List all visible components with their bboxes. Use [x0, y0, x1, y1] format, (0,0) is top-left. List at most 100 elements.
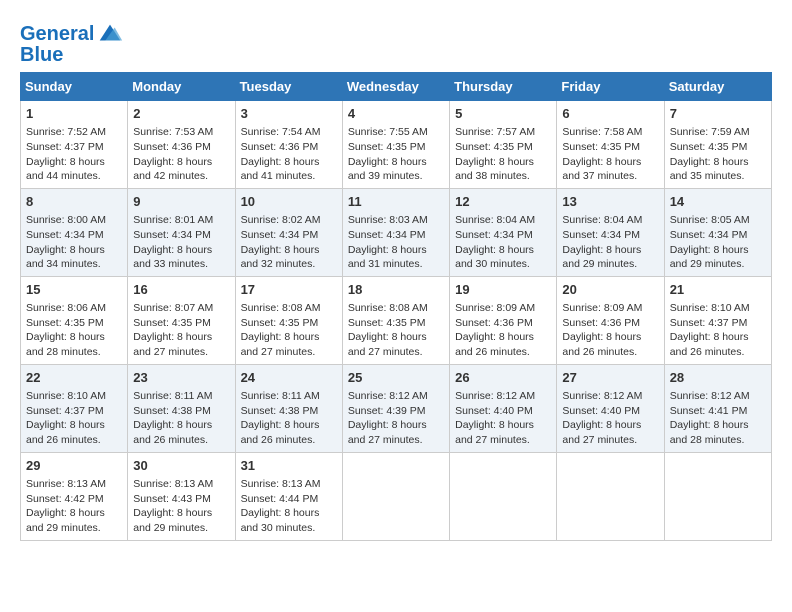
day-number: 13: [562, 193, 658, 211]
cell-content: Sunrise: 8:04 AMSunset: 4:34 PMDaylight:…: [455, 213, 551, 272]
cell-content: Sunrise: 7:53 AMSunset: 4:36 PMDaylight:…: [133, 125, 229, 184]
cell-content: Sunrise: 8:03 AMSunset: 4:34 PMDaylight:…: [348, 213, 444, 272]
day-number: 7: [670, 105, 766, 123]
calendar-cell: 3 Sunrise: 7:54 AMSunset: 4:36 PMDaylight…: [235, 101, 342, 189]
calendar-cell: 31Sunrise: 8:13 AMSunset: 4:44 PMDayligh…: [235, 452, 342, 540]
day-number: 5: [455, 105, 551, 123]
calendar-cell: 27Sunrise: 8:12 AMSunset: 4:40 PMDayligh…: [557, 364, 664, 452]
cell-content: Sunrise: 8:04 AMSunset: 4:34 PMDaylight:…: [562, 213, 658, 272]
cell-content: Sunrise: 8:00 AMSunset: 4:34 PMDaylight:…: [26, 213, 122, 272]
cell-content: Sunrise: 8:07 AMSunset: 4:35 PMDaylight:…: [133, 301, 229, 360]
cell-content: Sunrise: 8:08 AMSunset: 4:35 PMDaylight:…: [348, 301, 444, 360]
day-number: 21: [670, 281, 766, 299]
calendar-cell: [557, 452, 664, 540]
day-number: 9: [133, 193, 229, 211]
day-number: 3: [241, 105, 337, 123]
calendar-table: SundayMondayTuesdayWednesdayThursdayFrid…: [20, 72, 772, 541]
cell-content: Sunrise: 8:13 AMSunset: 4:43 PMDaylight:…: [133, 477, 229, 536]
day-number: 24: [241, 369, 337, 387]
cell-content: Sunrise: 8:12 AMSunset: 4:40 PMDaylight:…: [562, 389, 658, 448]
day-number: 15: [26, 281, 122, 299]
cell-content: Sunrise: 8:09 AMSunset: 4:36 PMDaylight:…: [562, 301, 658, 360]
cell-content: Sunrise: 7:55 AMSunset: 4:35 PMDaylight:…: [348, 125, 444, 184]
cell-content: Sunrise: 7:59 AMSunset: 4:35 PMDaylight:…: [670, 125, 766, 184]
calendar-week-row: 29Sunrise: 8:13 AMSunset: 4:42 PMDayligh…: [21, 452, 772, 540]
calendar-cell: 24 Sunrise: 8:11 AMSunset: 4:38 PMDayligh…: [235, 364, 342, 452]
day-number: 19: [455, 281, 551, 299]
calendar-week-row: 15 Sunrise: 8:06 AMSunset: 4:35 PMDayligh…: [21, 276, 772, 364]
day-number: 28: [670, 369, 766, 387]
calendar-cell: 25 Sunrise: 8:12 AMSunset: 4:39 PMDayligh…: [342, 364, 449, 452]
calendar-cell: 29Sunrise: 8:13 AMSunset: 4:42 PMDayligh…: [21, 452, 128, 540]
weekday-header-row: SundayMondayTuesdayWednesdayThursdayFrid…: [21, 73, 772, 101]
cell-content: Sunrise: 8:02 AMSunset: 4:34 PMDaylight:…: [241, 213, 337, 272]
cell-content: Sunrise: 8:08 AMSunset: 4:35 PMDaylight:…: [241, 301, 337, 360]
calendar-cell: 4 Sunrise: 7:55 AMSunset: 4:35 PMDaylight…: [342, 101, 449, 189]
cell-content: Sunrise: 8:09 AMSunset: 4:36 PMDaylight:…: [455, 301, 551, 360]
weekday-header-cell: Monday: [128, 73, 235, 101]
day-number: 18: [348, 281, 444, 299]
calendar-cell: [664, 452, 771, 540]
weekday-header-cell: Thursday: [450, 73, 557, 101]
cell-content: Sunrise: 7:54 AMSunset: 4:36 PMDaylight:…: [241, 125, 337, 184]
calendar-cell: 21 Sunrise: 8:10 AMSunset: 4:37 PMDayligh…: [664, 276, 771, 364]
day-number: 20: [562, 281, 658, 299]
day-number: 10: [241, 193, 337, 211]
day-number: 22: [26, 369, 122, 387]
day-number: 12: [455, 193, 551, 211]
cell-content: Sunrise: 7:57 AMSunset: 4:35 PMDaylight:…: [455, 125, 551, 184]
cell-content: Sunrise: 8:05 AMSunset: 4:34 PMDaylight:…: [670, 213, 766, 272]
calendar-cell: 9Sunrise: 8:01 AMSunset: 4:34 PMDaylight…: [128, 188, 235, 276]
day-number: 17: [241, 281, 337, 299]
day-number: 25: [348, 369, 444, 387]
cell-content: Sunrise: 8:11 AMSunset: 4:38 PMDaylight:…: [133, 389, 229, 448]
calendar-cell: 30 Sunrise: 8:13 AMSunset: 4:43 PMDayligh…: [128, 452, 235, 540]
day-number: 30: [133, 457, 229, 475]
day-number: 4: [348, 105, 444, 123]
calendar-cell: 20 Sunrise: 8:09 AMSunset: 4:36 PMDayligh…: [557, 276, 664, 364]
calendar-cell: [342, 452, 449, 540]
cell-content: Sunrise: 8:11 AMSunset: 4:38 PMDaylight:…: [241, 389, 337, 448]
logo: General Blue: [20, 20, 124, 66]
calendar-cell: 17 Sunrise: 8:08 AMSunset: 4:35 PMDayligh…: [235, 276, 342, 364]
logo-icon: [96, 20, 124, 48]
cell-content: Sunrise: 8:06 AMSunset: 4:35 PMDaylight:…: [26, 301, 122, 360]
page-header: General Blue: [20, 16, 772, 66]
day-number: 1: [26, 105, 122, 123]
cell-content: Sunrise: 8:10 AMSunset: 4:37 PMDaylight:…: [26, 389, 122, 448]
calendar-cell: 6 Sunrise: 7:58 AMSunset: 4:35 PMDaylight…: [557, 101, 664, 189]
day-number: 11: [348, 193, 444, 211]
cell-content: Sunrise: 8:12 AMSunset: 4:39 PMDaylight:…: [348, 389, 444, 448]
day-number: 31: [241, 457, 337, 475]
cell-content: Sunrise: 8:12 AMSunset: 4:40 PMDaylight:…: [455, 389, 551, 448]
calendar-cell: [450, 452, 557, 540]
calendar-cell: 16 Sunrise: 8:07 AMSunset: 4:35 PMDayligh…: [128, 276, 235, 364]
weekday-header-cell: Wednesday: [342, 73, 449, 101]
weekday-header-cell: Sunday: [21, 73, 128, 101]
calendar-cell: 12 Sunrise: 8:04 AMSunset: 4:34 PMDayligh…: [450, 188, 557, 276]
day-number: 29: [26, 457, 122, 475]
day-number: 16: [133, 281, 229, 299]
calendar-body: 1 Sunrise: 7:52 AMSunset: 4:37 PMDaylight…: [21, 101, 772, 541]
calendar-cell: 26 Sunrise: 8:12 AMSunset: 4:40 PMDayligh…: [450, 364, 557, 452]
calendar-cell: 8 Sunrise: 8:00 AMSunset: 4:34 PMDaylight…: [21, 188, 128, 276]
calendar-cell: 28Sunrise: 8:12 AMSunset: 4:41 PMDayligh…: [664, 364, 771, 452]
calendar-week-row: 1 Sunrise: 7:52 AMSunset: 4:37 PMDaylight…: [21, 101, 772, 189]
cell-content: Sunrise: 8:10 AMSunset: 4:37 PMDaylight:…: [670, 301, 766, 360]
cell-content: Sunrise: 7:58 AMSunset: 4:35 PMDaylight:…: [562, 125, 658, 184]
calendar-cell: 11 Sunrise: 8:03 AMSunset: 4:34 PMDayligh…: [342, 188, 449, 276]
calendar-cell: 10 Sunrise: 8:02 AMSunset: 4:34 PMDayligh…: [235, 188, 342, 276]
calendar-cell: 14 Sunrise: 8:05 AMSunset: 4:34 PMDayligh…: [664, 188, 771, 276]
day-number: 8: [26, 193, 122, 211]
cell-content: Sunrise: 7:52 AMSunset: 4:37 PMDaylight:…: [26, 125, 122, 184]
calendar-cell: 1 Sunrise: 7:52 AMSunset: 4:37 PMDaylight…: [21, 101, 128, 189]
calendar-cell: 7 Sunrise: 7:59 AMSunset: 4:35 PMDaylight…: [664, 101, 771, 189]
day-number: 6: [562, 105, 658, 123]
calendar-cell: 22 Sunrise: 8:10 AMSunset: 4:37 PMDayligh…: [21, 364, 128, 452]
day-number: 2: [133, 105, 229, 123]
weekday-header-cell: Friday: [557, 73, 664, 101]
day-number: 26: [455, 369, 551, 387]
day-number: 14: [670, 193, 766, 211]
calendar-cell: 13 Sunrise: 8:04 AMSunset: 4:34 PMDayligh…: [557, 188, 664, 276]
calendar-cell: 15 Sunrise: 8:06 AMSunset: 4:35 PMDayligh…: [21, 276, 128, 364]
